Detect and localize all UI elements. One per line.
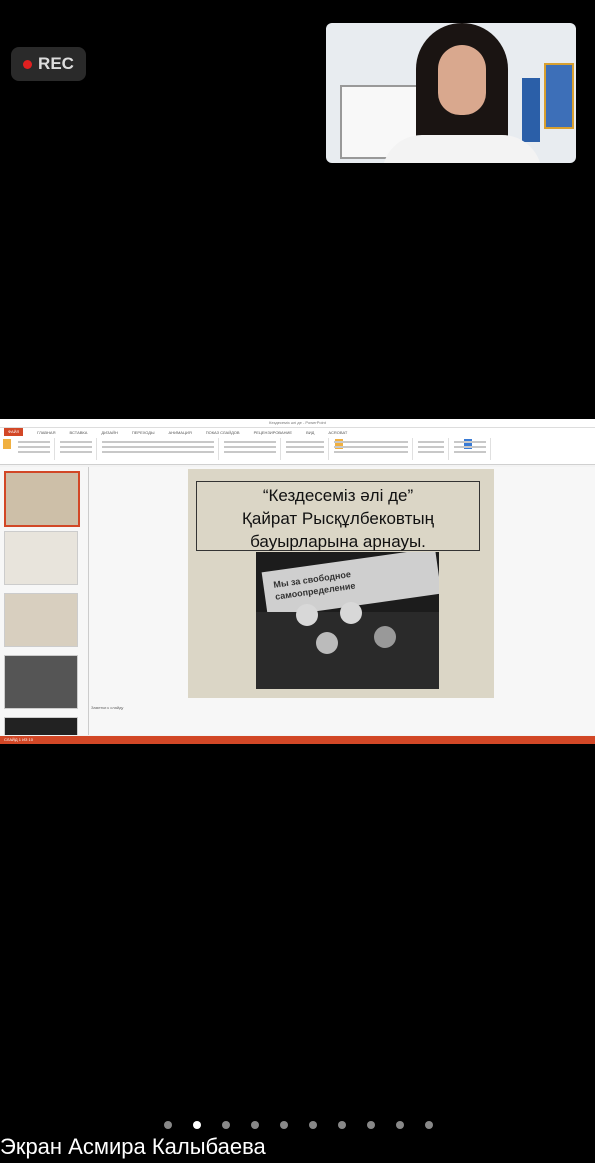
ribbon-group-font [98, 438, 219, 460]
ribbon-group-drawing [330, 438, 413, 460]
window-title: Кездесеміз әлі де - PowerPoint [0, 419, 595, 428]
crowd-face [340, 602, 362, 624]
ribbon-group-slides [56, 438, 97, 460]
crowd-face [316, 632, 338, 654]
wall-poster [544, 63, 574, 129]
page-indicator [0, 1121, 595, 1129]
page-dot[interactable] [367, 1121, 375, 1129]
ribbon-tabs: ФАЙЛ ГЛАВНАЯ ВСТАВКА ДИЗАЙН ПЕРЕХОДЫ АНИ… [0, 428, 595, 436]
page-dot[interactable] [222, 1121, 230, 1129]
person-face [438, 45, 486, 115]
wall-poster [522, 78, 540, 142]
page-dot[interactable] [396, 1121, 404, 1129]
tab-view[interactable]: ВИД [306, 430, 314, 435]
screen-share-caption: Экран Асмира Калыбаева [0, 1134, 266, 1159]
person-shirt [382, 135, 542, 163]
page-dot[interactable] [425, 1121, 433, 1129]
current-slide[interactable]: “Кездесеміз әлі де” Қайрат Рысқұлбековты… [188, 469, 494, 698]
tab-insert[interactable]: ВСТАВКА [69, 430, 87, 435]
tab-acrobat[interactable]: ACROBAT [328, 430, 347, 435]
crowd-face [374, 626, 396, 648]
slide-editor: “Кездесеміз әлі де” Қайрат Рысқұлбековты… [89, 467, 595, 735]
participant-video-thumbnail[interactable] [326, 23, 576, 163]
recording-label: REC [38, 54, 74, 73]
slide-thumbnail[interactable] [4, 717, 78, 735]
slide-thumbnail[interactable] [4, 471, 80, 527]
ribbon-group-clipboard [14, 438, 55, 460]
slide-thumbnail[interactable] [4, 531, 78, 585]
crowd-face [296, 604, 318, 626]
slide-thumbnail-pane [0, 467, 89, 735]
shared-screen: Кездесеміз әлі де - PowerPoint ФАЙЛ ГЛАВ… [0, 419, 595, 744]
slide-thumbnail[interactable] [4, 593, 78, 647]
paste-icon[interactable] [3, 439, 11, 449]
tab-home[interactable]: ГЛАВНАЯ [37, 430, 55, 435]
slide-title-line: “Кездесеміз әлі де” [262, 486, 414, 505]
record-dot-icon [23, 59, 33, 69]
tab-file[interactable]: ФАЙЛ [4, 428, 24, 436]
page-dot[interactable] [309, 1121, 317, 1129]
status-bar: СЛАЙД 1 ИЗ 10 [0, 736, 595, 744]
photo-crowd [256, 602, 439, 689]
ribbon-group-acrobat [450, 438, 491, 460]
tab-slideshow[interactable]: ПОКАЗ СЛАЙДОВ [206, 430, 240, 435]
tab-animation[interactable]: АНИМАЦИЯ [169, 430, 192, 435]
notes-placeholder[interactable]: Заметки к слайду [91, 705, 123, 710]
tab-design[interactable]: ДИЗАЙН [101, 430, 117, 435]
tab-transitions[interactable]: ПЕРЕХОДЫ [132, 430, 155, 435]
ribbon-toolbar [0, 436, 595, 465]
page-dot[interactable] [164, 1121, 172, 1129]
page-dot[interactable] [338, 1121, 346, 1129]
tab-review[interactable]: РЕЦЕНЗИРОВАНИЕ [254, 430, 292, 435]
ribbon-group-paragraph [220, 438, 281, 460]
page-dot[interactable] [280, 1121, 288, 1129]
slide-title-line: Қайрат Рысқұлбековтың [242, 509, 434, 528]
ribbon-group-shapes [282, 438, 329, 460]
page-dot-active[interactable] [193, 1121, 201, 1129]
recording-indicator: REC [11, 47, 86, 81]
slide-title[interactable]: “Кездесеміз әлі де” Қайрат Рысқұлбековты… [196, 481, 480, 551]
slide-title-line: бауырларына арнауы. [250, 532, 426, 551]
ribbon-group-editing [414, 438, 449, 460]
slide-thumbnail[interactable] [4, 655, 78, 709]
slide-photo[interactable]: Мы за свободное самоопределение [256, 552, 439, 689]
page-dot[interactable] [251, 1121, 259, 1129]
